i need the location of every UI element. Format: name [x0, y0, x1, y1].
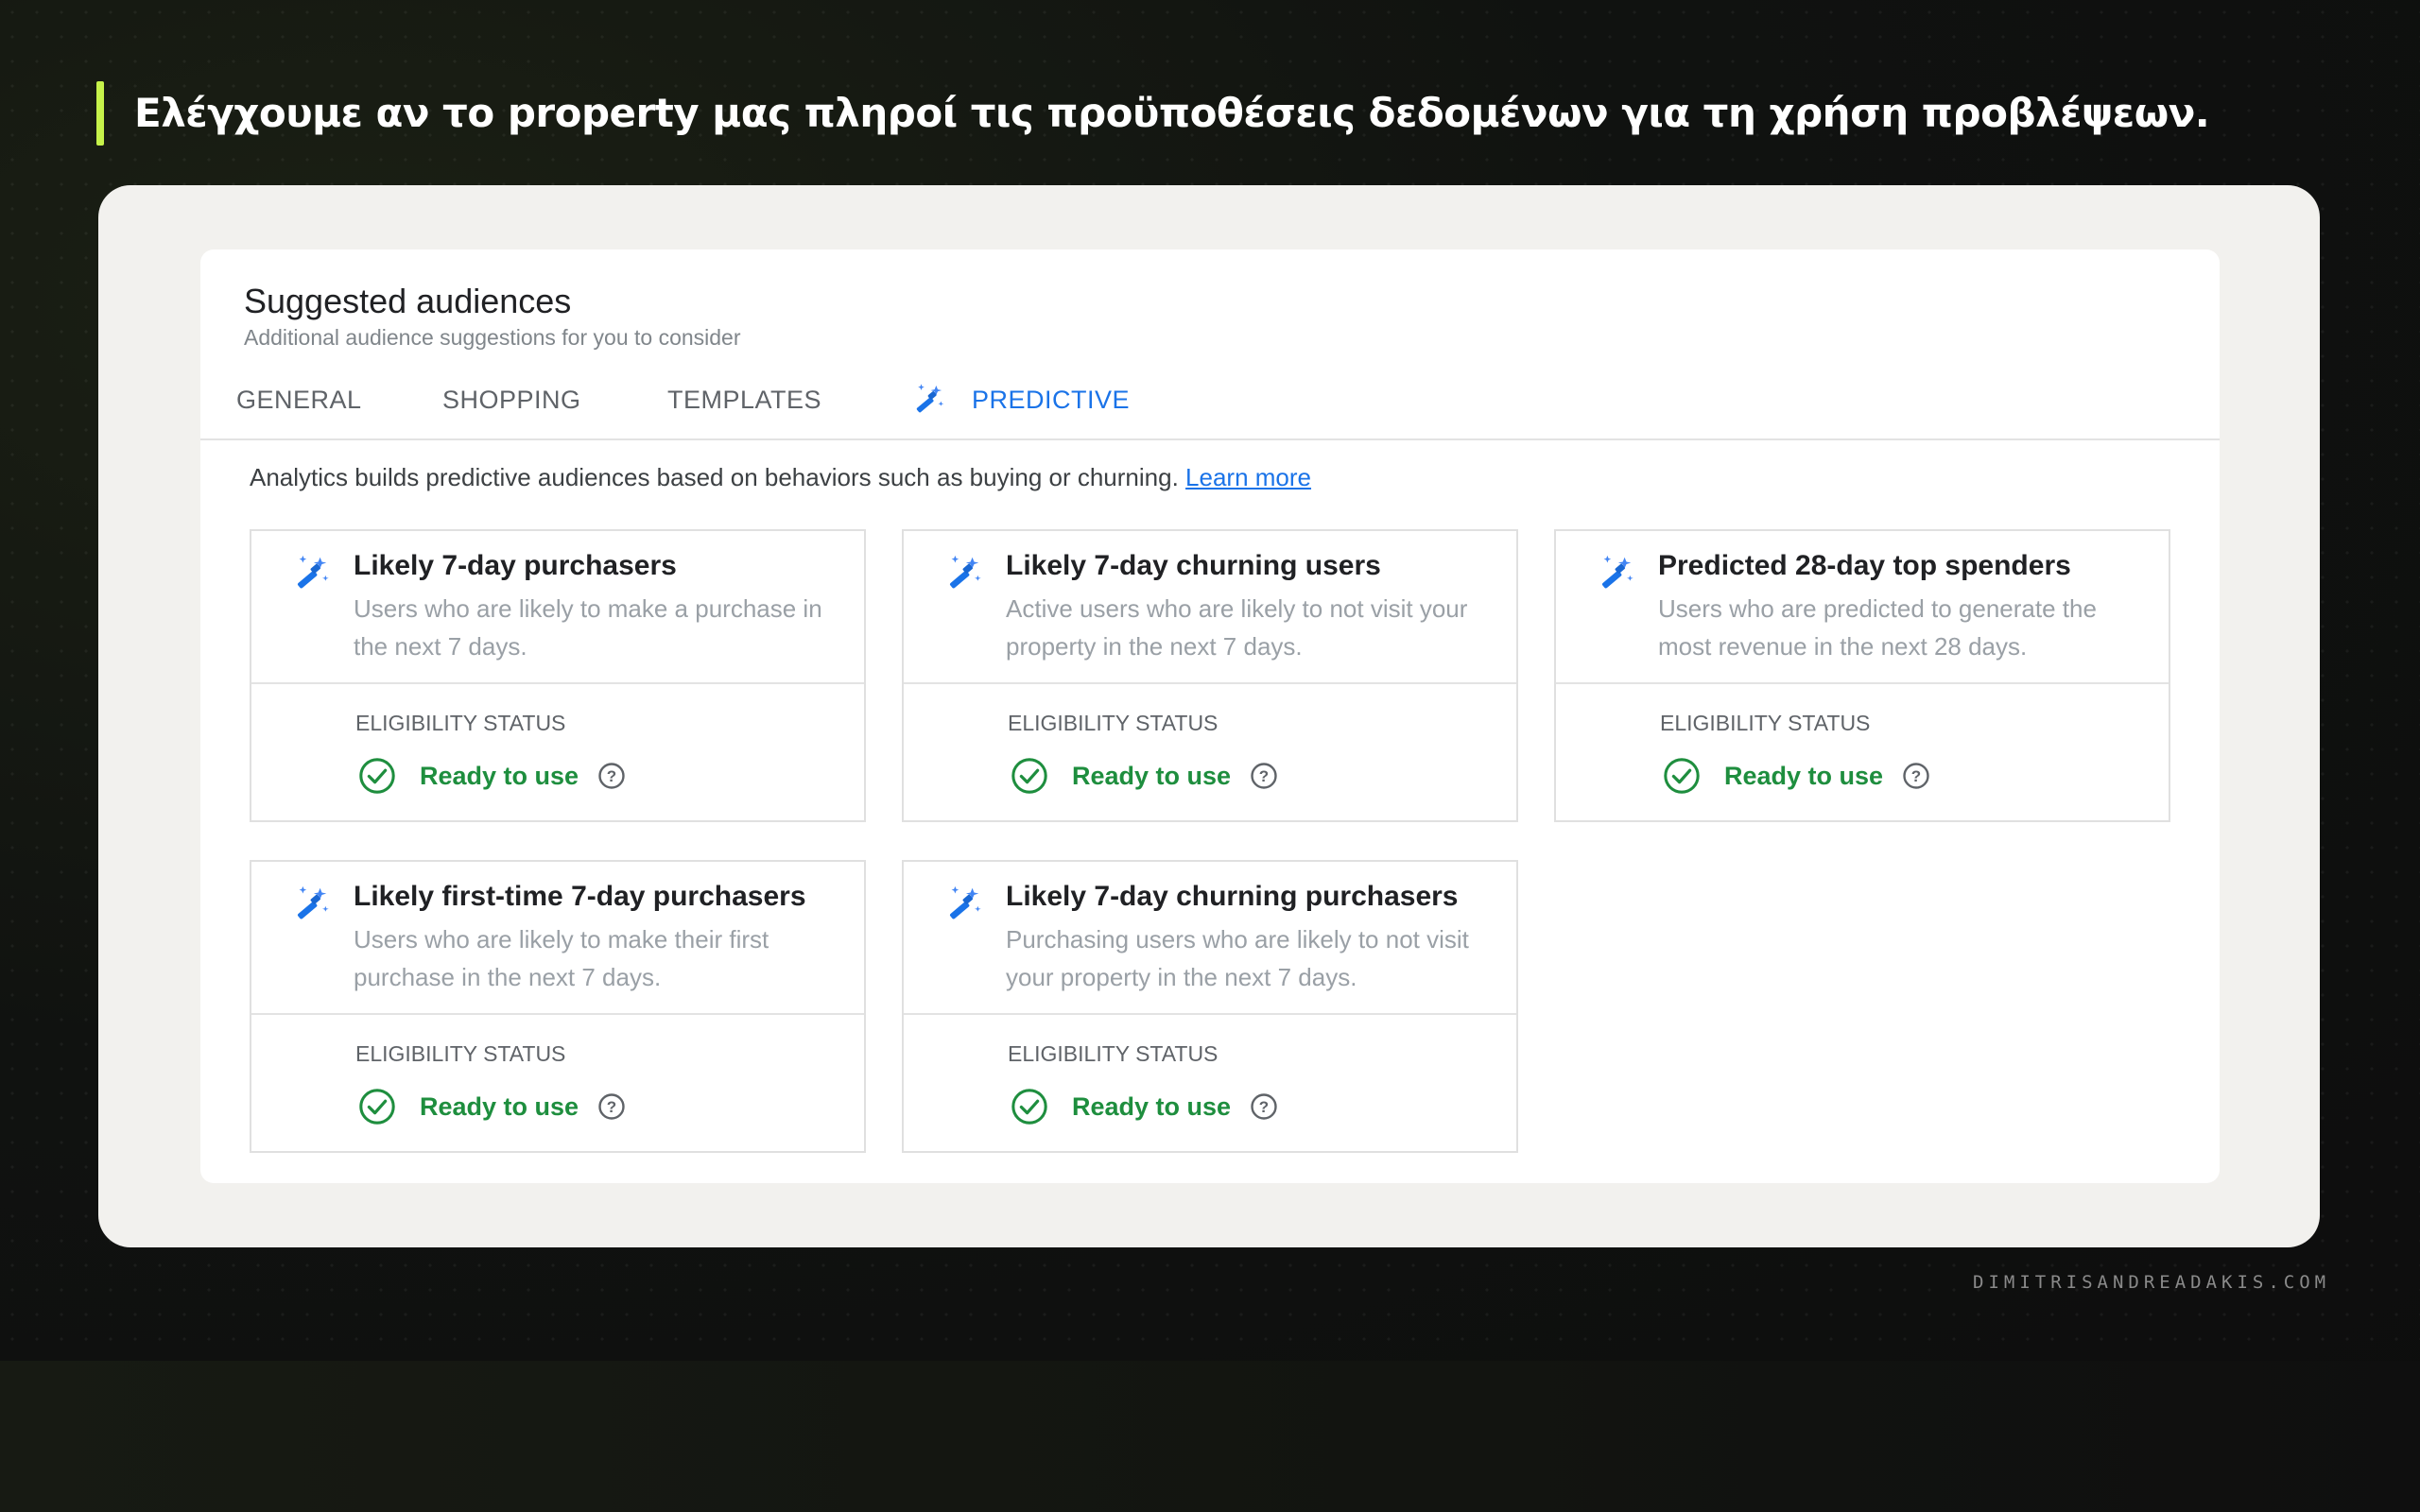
- tab-templates[interactable]: TEMPLATES: [667, 363, 821, 437]
- card-header: Likely first-time 7-day purchasers Users…: [251, 862, 864, 1015]
- tab-label: TEMPLATES: [667, 385, 822, 414]
- card-header: Likely 7-day purchasers Users who are li…: [251, 531, 864, 684]
- slide-heading: Ελέγχουμε αν το property μας πληροί τις …: [96, 79, 2210, 146]
- check-circle-icon: [1010, 756, 1049, 796]
- magic-wand-icon: [909, 381, 947, 419]
- eligibility-status: Ready to use: [357, 756, 626, 796]
- learn-more-link[interactable]: Learn more: [1185, 463, 1311, 491]
- audience-tabs: GENERAL SHOPPING TEMPLATES PREDICTIVE: [200, 363, 2220, 440]
- eligibility-status: Ready to use: [357, 1087, 626, 1126]
- card-title: Likely 7-day purchasers: [354, 550, 677, 581]
- card-title: Likely 7-day churning users: [1006, 550, 1381, 581]
- status-text: Ready to use: [420, 761, 579, 790]
- card-description: Users who are likely to make their first…: [354, 925, 769, 991]
- card-title: Likely first-time 7-day purchasers: [354, 881, 806, 912]
- slide-heading-text: Ελέγχουμε αν το property μας πληροί τις …: [134, 89, 2210, 136]
- audience-card-likely-7-day-churning-users[interactable]: Likely 7-day churning users Active users…: [902, 529, 1518, 822]
- card-header: Likely 7-day churning purchasers Purchas…: [904, 862, 1516, 1015]
- card-description: Users who are likely to make a purchase …: [354, 594, 822, 661]
- status-text: Ready to use: [420, 1091, 579, 1121]
- magic-wand-icon: [1594, 552, 1637, 595]
- site-watermark: DIMITRISANDREADAKIS.COM: [1973, 1272, 2331, 1293]
- magic-wand-icon: [942, 883, 985, 926]
- status-text: Ready to use: [1724, 761, 1884, 790]
- check-circle-icon: [1010, 1087, 1049, 1126]
- eligibility-label: ELIGIBILITY STATUS: [355, 1041, 566, 1066]
- eligibility-status: Ready to use: [1010, 1087, 1278, 1126]
- magic-wand-icon: [289, 552, 333, 595]
- card-description: Active users who are likely to not visit…: [1006, 594, 1468, 661]
- heading-accent-bar: [96, 81, 104, 146]
- eligibility-label: ELIGIBILITY STATUS: [1008, 1041, 1219, 1066]
- eligibility-status: Ready to use: [1010, 756, 1278, 796]
- eligibility-label: ELIGIBILITY STATUS: [1660, 711, 1871, 735]
- tab-predictive[interactable]: PREDICTIVE: [909, 363, 1130, 437]
- card-title: Likely 7-day churning purchasers: [1006, 881, 1459, 912]
- eligibility-status: Ready to use: [1662, 756, 1930, 796]
- check-circle-icon: [1662, 756, 1702, 796]
- eligibility-label: ELIGIBILITY STATUS: [355, 711, 566, 735]
- audience-card-likely-7-day-churning-purchasers[interactable]: Likely 7-day churning purchasers Purchas…: [902, 860, 1518, 1153]
- audience-card-likely-7-day-purchasers[interactable]: Likely 7-day purchasers Users who are li…: [250, 529, 866, 822]
- panel-subtitle: Additional audience suggestions for you …: [244, 325, 741, 350]
- eligibility-label: ELIGIBILITY STATUS: [1008, 711, 1219, 735]
- card-description: Purchasing users who are likely to not v…: [1006, 925, 1469, 991]
- card-description: Users who are predicted to generate the …: [1658, 594, 2097, 661]
- help-icon[interactable]: [1902, 762, 1930, 790]
- tab-label: SHOPPING: [442, 385, 581, 414]
- magic-wand-icon: [289, 883, 333, 926]
- tab-label: GENERAL: [236, 385, 362, 414]
- tab-general[interactable]: GENERAL: [236, 363, 362, 437]
- check-circle-icon: [357, 756, 397, 796]
- help-icon[interactable]: [1250, 1092, 1278, 1121]
- status-text: Ready to use: [1072, 1091, 1232, 1121]
- suggested-audiences-panel: Suggested audiences Additional audience …: [200, 249, 2220, 1183]
- card-header: Likely 7-day churning users Active users…: [904, 531, 1516, 684]
- intro-text: Analytics builds predictive audiences ba…: [250, 463, 1179, 491]
- panel-title: Suggested audiences: [244, 282, 572, 320]
- card-title: Predicted 28-day top spenders: [1658, 550, 2071, 581]
- footer-band: [0, 1361, 2420, 1512]
- check-circle-icon: [357, 1087, 397, 1126]
- predictive-intro: Analytics builds predictive audiences ba…: [250, 463, 1311, 492]
- audience-card-predicted-28-day-top-spenders[interactable]: Predicted 28-day top spenders Users who …: [1554, 529, 2170, 822]
- screenshot-frame: Suggested audiences Additional audience …: [98, 185, 2320, 1247]
- help-icon[interactable]: [597, 762, 626, 790]
- help-icon[interactable]: [1250, 762, 1278, 790]
- help-icon[interactable]: [597, 1092, 626, 1121]
- status-text: Ready to use: [1072, 761, 1232, 790]
- magic-wand-icon: [942, 552, 985, 595]
- card-header: Predicted 28-day top spenders Users who …: [1556, 531, 2169, 684]
- audience-card-likely-first-time-7-day-purchasers[interactable]: Likely first-time 7-day purchasers Users…: [250, 860, 866, 1153]
- tab-shopping[interactable]: SHOPPING: [442, 363, 581, 437]
- tab-label: PREDICTIVE: [972, 385, 1131, 414]
